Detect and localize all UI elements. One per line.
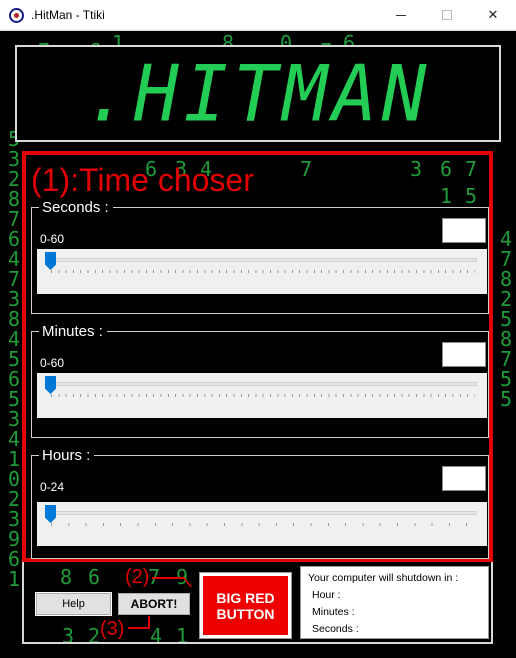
seconds-value-field[interactable] bbox=[442, 218, 486, 243]
annotation-3-line bbox=[148, 616, 150, 629]
title-bar: .HitMan - Ttiki ✕ bbox=[0, 0, 516, 31]
slider-thumb[interactable] bbox=[45, 505, 56, 523]
hours-slider[interactable] bbox=[37, 502, 487, 546]
matrix-digit: 7 bbox=[8, 207, 21, 231]
minutes-slider[interactable] bbox=[37, 373, 487, 418]
big-red-button[interactable]: BIG RED BUTTON bbox=[199, 572, 292, 639]
minutes-range-label: 0-60 bbox=[40, 356, 65, 370]
slider-thumb[interactable] bbox=[45, 252, 56, 270]
matrix-digit: 4 bbox=[8, 327, 21, 351]
annotation-2-line bbox=[152, 577, 184, 579]
matrix-digit: 5 bbox=[500, 387, 513, 411]
slider-track bbox=[47, 258, 477, 262]
matrix-digit: 3 bbox=[8, 507, 21, 531]
matrix-digit: 3 bbox=[8, 287, 21, 311]
matrix-digit: 8 bbox=[500, 327, 513, 351]
seconds-slider[interactable] bbox=[37, 249, 487, 294]
matrix-digit: 4 bbox=[500, 227, 513, 251]
matrix-digit: 6 bbox=[8, 367, 21, 391]
minutes-group: Minutes : 0-60 bbox=[31, 323, 489, 438]
hitman-logo: .HITMAN bbox=[84, 48, 432, 139]
annotation-2: (2) bbox=[125, 566, 150, 588]
matrix-digit: 1 bbox=[8, 447, 21, 471]
time-chooser-panel: (1):Time choser Seconds : 0-60 Minutes :… bbox=[22, 151, 493, 562]
window-title: .HitMan - Ttiki bbox=[31, 8, 105, 22]
minimize-button[interactable] bbox=[378, 0, 424, 30]
minutes-label: Minutes : bbox=[39, 323, 107, 340]
matrix-digit: 4 bbox=[8, 247, 21, 271]
seconds-range-label: 0-60 bbox=[40, 232, 65, 246]
shutdown-hour-label: Hour : bbox=[312, 589, 341, 601]
matrix-digit: 5 bbox=[8, 387, 21, 411]
matrix-digit: 7 bbox=[8, 267, 21, 291]
matrix-digit: 8 bbox=[8, 187, 21, 211]
slider-ticks bbox=[51, 394, 475, 397]
hours-range-label: 0-24 bbox=[40, 480, 65, 494]
matrix-digit: 9 bbox=[8, 527, 21, 551]
annotation-3: (3) bbox=[100, 618, 125, 640]
time-chooser-annotation: (1):Time choser bbox=[31, 162, 254, 198]
maximize-icon bbox=[442, 10, 452, 20]
matrix-digit: 2 bbox=[500, 287, 513, 311]
slider-track bbox=[47, 511, 477, 515]
matrix-digit: 8 bbox=[8, 307, 21, 331]
hours-value-field[interactable] bbox=[442, 466, 486, 491]
maximize-button[interactable] bbox=[424, 0, 470, 30]
slider-thumb[interactable] bbox=[45, 376, 56, 394]
minutes-value-field[interactable] bbox=[442, 342, 486, 367]
matrix-digit: 1 bbox=[8, 567, 21, 591]
annotation-3-line bbox=[128, 627, 148, 629]
shutdown-seconds-label: Seconds : bbox=[312, 623, 359, 635]
hours-group: Hours : 0-24 bbox=[31, 447, 489, 559]
matrix-digit: 5 bbox=[500, 307, 513, 331]
help-button[interactable]: Help bbox=[35, 592, 112, 616]
shutdown-info-panel: Your computer will shutdown in : Hour : … bbox=[300, 566, 489, 639]
slider-ticks bbox=[51, 270, 475, 273]
seconds-label: Seconds : bbox=[39, 199, 113, 216]
matrix-digit: 0 bbox=[8, 467, 21, 491]
matrix-digit: 4 bbox=[8, 427, 21, 451]
logo-panel: .HITMAN bbox=[15, 45, 501, 142]
app-icon bbox=[9, 8, 24, 23]
seconds-group: Seconds : 0-60 bbox=[31, 199, 489, 314]
matrix-digit: 8 bbox=[500, 267, 513, 291]
matrix-digit: 6 bbox=[8, 547, 21, 571]
close-icon: ✕ bbox=[487, 7, 499, 22]
matrix-digit: 3 bbox=[8, 147, 21, 171]
matrix-digit: 5 bbox=[8, 347, 21, 371]
matrix-digit: 3 bbox=[8, 407, 21, 431]
matrix-digit: 6 bbox=[8, 227, 21, 251]
hours-label: Hours : bbox=[39, 447, 95, 464]
matrix-digit: 2 bbox=[8, 167, 21, 191]
slider-ticks bbox=[51, 523, 475, 526]
close-button[interactable]: ✕ bbox=[470, 0, 516, 30]
shutdown-heading: Your computer will shutdown in : bbox=[308, 572, 459, 584]
slider-track bbox=[47, 382, 477, 386]
matrix-digit: 5 bbox=[500, 367, 513, 391]
shutdown-minutes-label: Minutes : bbox=[312, 606, 355, 618]
matrix-digit: 7 bbox=[500, 247, 513, 271]
matrix-digit: 7 bbox=[500, 347, 513, 371]
minimize-icon bbox=[396, 14, 406, 16]
abort-button[interactable]: ABORT! bbox=[118, 593, 190, 615]
matrix-digit: 2 bbox=[8, 487, 21, 511]
